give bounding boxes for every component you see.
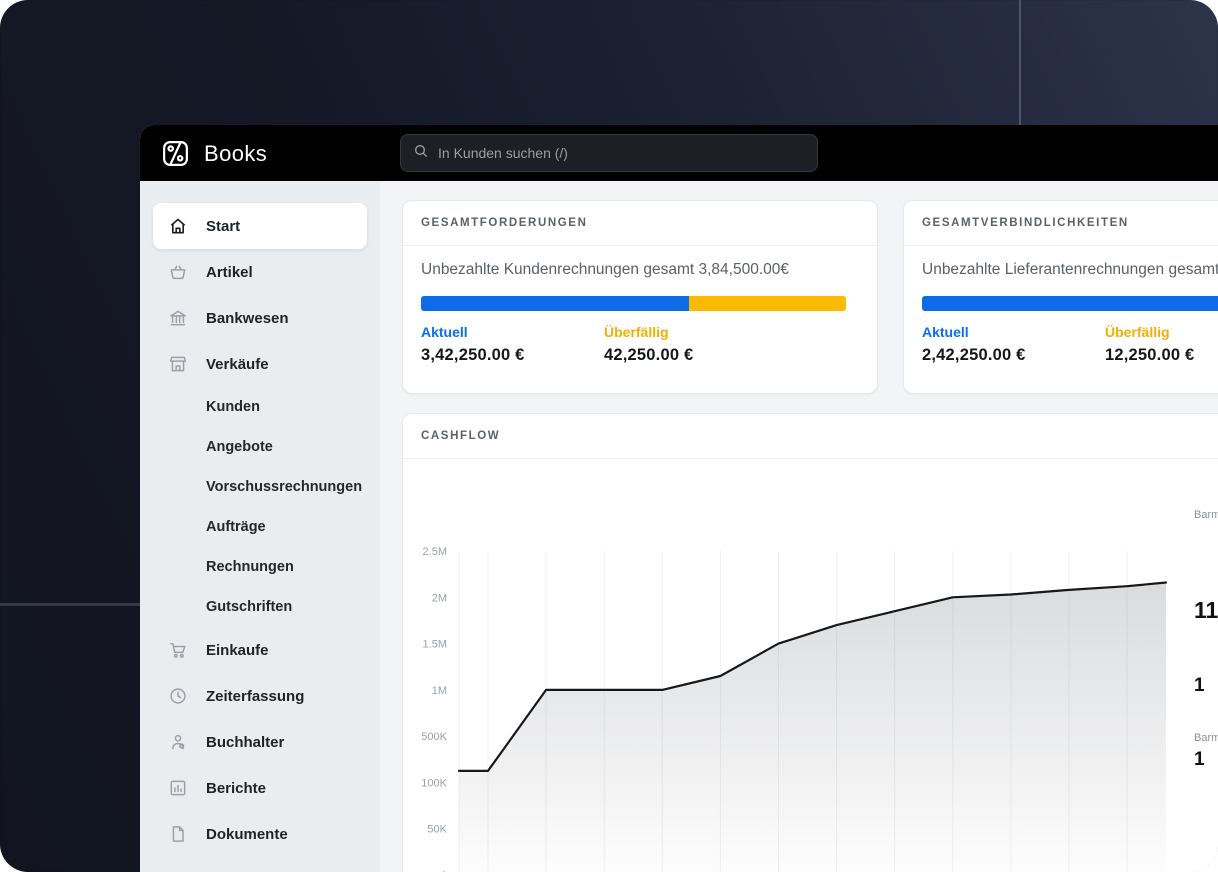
home-icon xyxy=(168,216,188,236)
payables-current-segment xyxy=(922,296,1218,311)
books-logo-icon xyxy=(160,138,191,169)
receivables-overdue-label: Überfällig xyxy=(604,324,669,340)
background-grid-vline xyxy=(1019,0,1021,126)
payables-card: GESAMTVERBINDLICHKEITEN Unbezahlte Liefe… xyxy=(903,200,1218,394)
receivables-current-label: Aktuell xyxy=(421,324,468,340)
cashflow-side-label-top: Barm xyxy=(1194,509,1218,521)
screenshot-stage: Books In Kunden suchen (/) Start Artikel… xyxy=(0,0,1218,872)
payables-current-label: Aktuell xyxy=(922,324,969,340)
svg-text:100K: 100K xyxy=(421,777,447,789)
desktop-background: Books In Kunden suchen (/) Start Artikel… xyxy=(0,0,1218,872)
basket-icon xyxy=(168,262,188,282)
app-logo[interactable]: Books xyxy=(160,138,267,169)
sidebar-item-label: Berichte xyxy=(206,779,267,797)
payables-card-header: GESAMTVERBINDLICHKEITEN xyxy=(904,201,1218,246)
sidebar-item-label: Zeiterfassung xyxy=(206,687,305,705)
sidebar-item-angebote[interactable]: Angebote xyxy=(140,427,380,467)
sidebar-item-label: Dokumente xyxy=(206,825,288,843)
sidebar: Start Artikel Bankwesen Verkäufe Kunden … xyxy=(140,181,380,872)
sidebar-item-artikel[interactable]: Artikel xyxy=(140,249,380,295)
sidebar-item-gutschriften[interactable]: Gutschriften xyxy=(140,587,380,627)
payables-summary: Unbezahlte Lieferantenrechnungen gesamt … xyxy=(922,261,1218,278)
store-icon xyxy=(168,354,188,374)
sidebar-item-vorschussrechnungen[interactable]: Vorschussrechnungen xyxy=(140,467,380,507)
payables-progress-bar xyxy=(922,296,1218,311)
svg-text:500K: 500K xyxy=(421,731,447,743)
receivables-overdue-segment xyxy=(688,296,846,311)
app-name: Books xyxy=(204,140,268,166)
sidebar-item-einkaufe[interactable]: Einkaufe xyxy=(140,627,380,673)
books-app-window: Books In Kunden suchen (/) Start Artikel… xyxy=(140,125,1218,872)
sidebar-item-buchhalter[interactable]: Buchhalter xyxy=(140,719,380,765)
cashflow-title: CASHFLOW xyxy=(421,430,501,442)
payables-overdue-value: 12,250.00 € xyxy=(1105,346,1195,364)
cashflow-card: CASHFLOW 050K100K500K1M1.5M2M2.5MAPRMAYJ… xyxy=(402,413,1218,872)
payables-overdue-label: Überfällig xyxy=(1105,324,1170,340)
receivables-current-segment xyxy=(421,296,689,311)
background-grid-hline xyxy=(0,603,140,606)
sidebar-item-label: Verkäufe xyxy=(206,355,269,373)
svg-text:2M: 2M xyxy=(432,592,447,604)
sidebar-item-auftraege[interactable]: Aufträge xyxy=(140,507,380,547)
sidebar-item-start[interactable]: Start xyxy=(153,203,367,249)
cart-icon xyxy=(168,640,188,660)
sidebar-item-berichte[interactable]: Berichte xyxy=(140,765,380,811)
sidebar-item-verkaeufe[interactable]: Verkäufe xyxy=(140,341,380,387)
sidebar-item-bankwesen[interactable]: Bankwesen xyxy=(140,295,380,341)
receivables-overdue-value: 42,250.00 € xyxy=(604,346,694,364)
sidebar-item-kunden[interactable]: Kunden xyxy=(140,387,380,427)
receivables-current-value: 3,42,250.00 € xyxy=(421,346,525,364)
receivables-card: GESAMTFORDERUNGEN Unbezahlte Kundenrechn… xyxy=(402,200,878,394)
cashflow-chart-svg: 050K100K500K1M1.5M2M2.5MAPRMAYJUNJULAUGS… xyxy=(421,546,1168,872)
clock-icon xyxy=(168,686,188,706)
cashflow-side-value-mid: 1 xyxy=(1194,675,1205,696)
search-icon xyxy=(413,143,429,164)
sidebar-item-label: Artikel xyxy=(206,263,253,281)
dashboard-content: GESAMTFORDERUNGEN Unbezahlte Kundenrechn… xyxy=(380,181,1218,872)
payables-current-value: 2,42,250.00 € xyxy=(922,346,1026,364)
accountant-icon xyxy=(168,732,188,752)
svg-text:1.5M: 1.5M xyxy=(423,639,447,651)
app-header: Books xyxy=(140,125,1218,181)
svg-text:2.5M: 2.5M xyxy=(423,546,447,558)
receivables-summary: Unbezahlte Kundenrechnungen gesamt 3,84,… xyxy=(421,261,789,278)
bar-chart-icon xyxy=(168,778,188,798)
sidebar-item-label: Buchhalter xyxy=(206,733,285,751)
cashflow-side-value-bottom: 1 xyxy=(1194,749,1205,770)
sidebar-item-label: Einkaufe xyxy=(206,641,269,659)
global-search[interactable] xyxy=(400,134,818,172)
svg-text:1M: 1M xyxy=(432,685,447,697)
receivables-progress-bar xyxy=(421,296,846,311)
receivables-title: GESAMTFORDERUNGEN xyxy=(421,217,588,229)
sidebar-item-dokumente[interactable]: Dokumente xyxy=(140,811,380,857)
bank-icon xyxy=(168,308,188,328)
document-icon xyxy=(168,824,188,844)
sidebar-item-rechnungen[interactable]: Rechnungen xyxy=(140,547,380,587)
sidebar-item-zeiterfassung[interactable]: Zeiterfassung xyxy=(140,673,380,719)
receivables-card-header: GESAMTFORDERUNGEN xyxy=(403,201,877,246)
sidebar-item-label: Bankwesen xyxy=(206,309,289,327)
cashflow-side-label-bottom: Barm xyxy=(1194,732,1218,744)
cashflow-chart: 050K100K500K1M1.5M2M2.5MAPRMAYJUNJULAUGS… xyxy=(403,459,1218,872)
search-input[interactable] xyxy=(438,145,805,161)
cashflow-side-value-big: 11 xyxy=(1194,597,1218,623)
sidebar-item-label: Start xyxy=(206,217,241,235)
payables-title: GESAMTVERBINDLICHKEITEN xyxy=(922,217,1129,229)
svg-text:50K: 50K xyxy=(427,824,447,836)
cashflow-card-header: CASHFLOW xyxy=(403,414,1218,459)
